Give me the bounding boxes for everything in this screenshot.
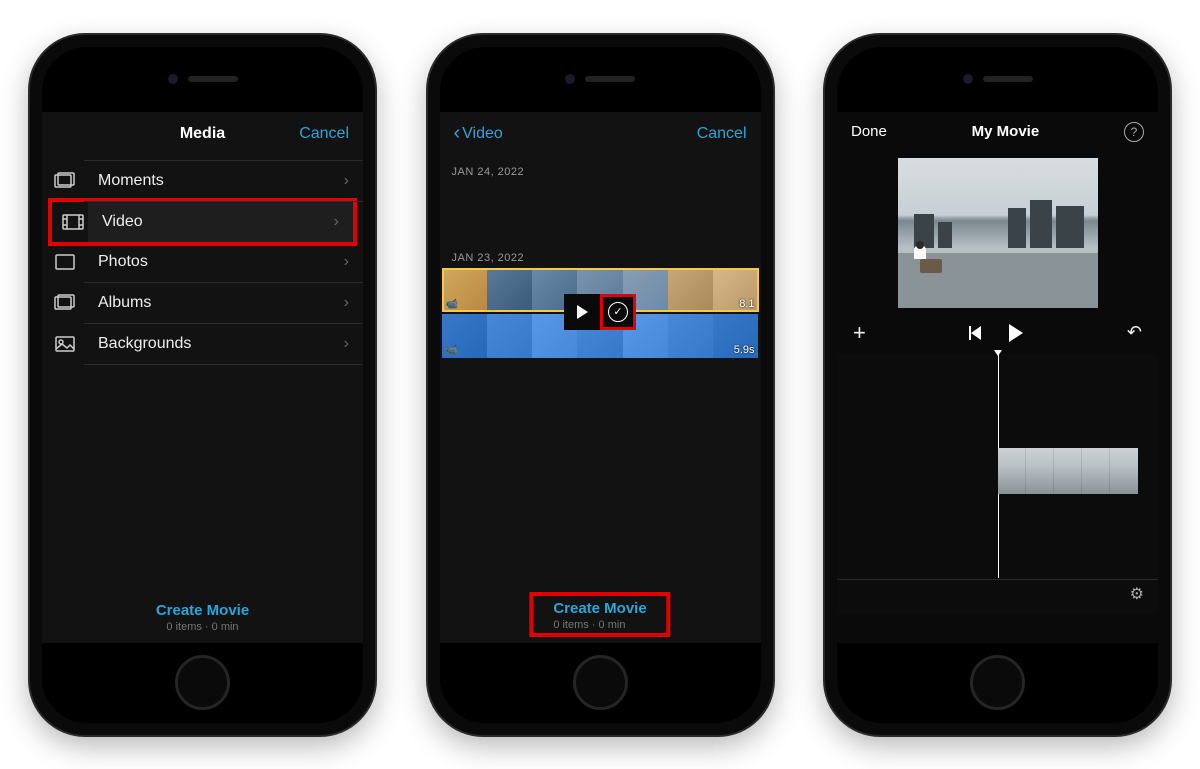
row-label: Photos: [98, 253, 344, 271]
play-button[interactable]: [1009, 324, 1023, 342]
phone-media-list: Media Cancel Moments › Video: [30, 35, 375, 735]
back-button[interactable]: ‹ Video: [454, 122, 503, 145]
video-preview[interactable]: [898, 158, 1098, 308]
row-label: Moments: [98, 172, 344, 190]
home-button[interactable]: [573, 655, 628, 710]
chevron-right-icon: ›: [344, 172, 349, 190]
chevron-right-icon: ›: [344, 253, 349, 271]
done-button[interactable]: Done: [851, 123, 887, 140]
back-label: Video: [462, 125, 503, 143]
row-photos[interactable]: Photos ›: [84, 242, 363, 283]
create-movie-button[interactable]: Create Movie: [553, 600, 646, 617]
preview-play-button[interactable]: [564, 294, 600, 330]
checkmark-icon: ✓: [608, 302, 628, 322]
settings-button[interactable]: ⚙: [1130, 584, 1144, 604]
highlight-box-create: Create Movie 0 items · 0 min: [529, 592, 670, 637]
chevron-right-icon: ›: [344, 335, 349, 353]
row-video[interactable]: Video ›: [88, 202, 353, 242]
add-media-button[interactable]: +: [853, 320, 866, 346]
chevron-left-icon: ‹: [454, 122, 461, 145]
moments-icon: [54, 172, 76, 190]
help-button[interactable]: ?: [1124, 122, 1144, 142]
cancel-button[interactable]: Cancel: [299, 125, 349, 143]
video-type-icon: 📹: [446, 299, 458, 310]
add-clip-button[interactable]: ✓: [600, 294, 636, 330]
video-type-icon: 📹: [446, 345, 458, 356]
project-title: My Movie: [972, 123, 1040, 140]
phone-editor: Done My Movie ? + ↶: [825, 35, 1170, 735]
create-movie-button[interactable]: Create Movie: [42, 602, 363, 619]
row-moments[interactable]: Moments ›: [84, 160, 363, 202]
timeline-clip[interactable]: [998, 448, 1138, 494]
row-label: Albums: [98, 294, 344, 312]
nav-bar: ‹ Video Cancel: [440, 112, 761, 156]
highlight-box-video: Video ›: [48, 198, 357, 246]
date-header: JAN 24, 2022: [440, 156, 761, 182]
undo-button[interactable]: ↶: [1127, 322, 1142, 343]
phone-video-picker: ‹ Video Cancel JAN 24, 2022 JAN 23, 2022…: [428, 35, 773, 735]
home-button[interactable]: [175, 655, 230, 710]
row-label: Backgrounds: [98, 335, 344, 353]
video-icon: [62, 213, 84, 231]
backgrounds-icon: [54, 335, 76, 353]
clip-duration: 8.1: [739, 298, 754, 310]
row-backgrounds[interactable]: Backgrounds ›: [84, 324, 363, 365]
row-label: Video: [102, 213, 334, 231]
clip-duration: 5.9s: [734, 344, 755, 356]
chevron-right-icon: ›: [334, 213, 339, 231]
albums-icon: [54, 294, 76, 312]
items-count-label: 0 items · 0 min: [42, 621, 363, 633]
skip-to-start-button[interactable]: [969, 326, 981, 340]
photos-icon: [54, 253, 76, 271]
player-controls: + ↶: [837, 316, 1158, 350]
editor-nav: Done My Movie ?: [837, 112, 1158, 152]
row-albums[interactable]: Albums ›: [84, 283, 363, 324]
timeline[interactable]: ⚙: [837, 354, 1158, 614]
items-count-label: 0 items · 0 min: [553, 619, 646, 631]
nav-bar: Media Cancel: [42, 112, 363, 156]
date-header: JAN 23, 2022: [440, 242, 761, 268]
cancel-button[interactable]: Cancel: [697, 125, 747, 143]
home-button[interactable]: [970, 655, 1025, 710]
chevron-right-icon: ›: [344, 294, 349, 312]
